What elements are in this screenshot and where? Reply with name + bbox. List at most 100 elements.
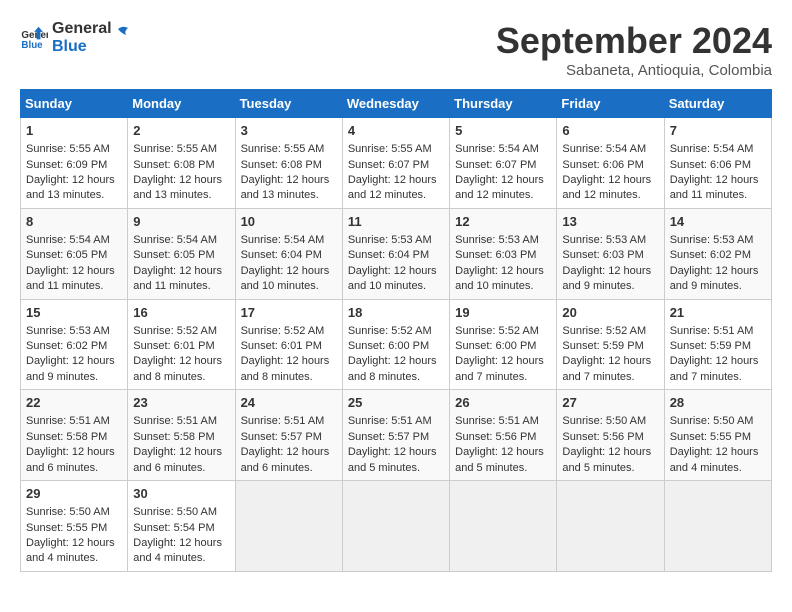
logo: General Blue General Blue	[20, 20, 130, 55]
sunrise-label: Sunrise: 5:53 AM	[26, 325, 110, 337]
day-number: 22	[26, 394, 122, 412]
day-number: 27	[562, 394, 658, 412]
sunrise-label: Sunrise: 5:51 AM	[241, 415, 325, 427]
calendar-cell: 26 Sunrise: 5:51 AM Sunset: 5:56 PM Dayl…	[450, 390, 557, 481]
sunset-label: Sunset: 6:01 PM	[241, 340, 322, 352]
daylight-label: Daylight: 12 hours and 8 minutes.	[133, 355, 222, 382]
day-number: 16	[133, 304, 229, 322]
col-header-saturday: Saturday	[664, 90, 771, 118]
sunset-label: Sunset: 6:06 PM	[562, 159, 643, 171]
daylight-label: Daylight: 12 hours and 6 minutes.	[26, 446, 115, 473]
sunrise-label: Sunrise: 5:52 AM	[562, 325, 646, 337]
day-number: 2	[133, 122, 229, 140]
calendar-cell: 25 Sunrise: 5:51 AM Sunset: 5:57 PM Dayl…	[342, 390, 449, 481]
calendar-cell: 27 Sunrise: 5:50 AM Sunset: 5:56 PM Dayl…	[557, 390, 664, 481]
sunset-label: Sunset: 6:03 PM	[562, 249, 643, 261]
daylight-label: Daylight: 12 hours and 11 minutes.	[133, 265, 222, 292]
sunrise-label: Sunrise: 5:54 AM	[241, 234, 325, 246]
day-number: 15	[26, 304, 122, 322]
daylight-label: Daylight: 12 hours and 4 minutes.	[26, 537, 115, 564]
calendar-cell: 4 Sunrise: 5:55 AM Sunset: 6:07 PM Dayli…	[342, 118, 449, 209]
daylight-label: Daylight: 12 hours and 9 minutes.	[26, 355, 115, 382]
day-number: 1	[26, 122, 122, 140]
sunset-label: Sunset: 5:55 PM	[26, 522, 107, 534]
sunset-label: Sunset: 6:06 PM	[670, 159, 751, 171]
sunrise-label: Sunrise: 5:50 AM	[26, 506, 110, 518]
sunrise-label: Sunrise: 5:51 AM	[670, 325, 754, 337]
sunrise-label: Sunrise: 5:50 AM	[133, 506, 217, 518]
sunset-label: Sunset: 6:03 PM	[455, 249, 536, 261]
sunset-label: Sunset: 5:59 PM	[670, 340, 751, 352]
calendar-cell	[664, 481, 771, 572]
daylight-label: Daylight: 12 hours and 12 minutes.	[455, 174, 544, 201]
sunset-label: Sunset: 5:59 PM	[562, 340, 643, 352]
logo-general: General	[52, 20, 112, 38]
daylight-label: Daylight: 12 hours and 11 minutes.	[670, 174, 759, 201]
calendar-cell: 11 Sunrise: 5:53 AM Sunset: 6:04 PM Dayl…	[342, 208, 449, 299]
calendar-cell: 17 Sunrise: 5:52 AM Sunset: 6:01 PM Dayl…	[235, 299, 342, 390]
sunrise-label: Sunrise: 5:54 AM	[455, 143, 539, 155]
daylight-label: Daylight: 12 hours and 12 minutes.	[562, 174, 651, 201]
sunrise-label: Sunrise: 5:54 AM	[670, 143, 754, 155]
calendar-cell	[235, 481, 342, 572]
calendar-cell: 16 Sunrise: 5:52 AM Sunset: 6:01 PM Dayl…	[128, 299, 235, 390]
calendar-cell: 6 Sunrise: 5:54 AM Sunset: 6:06 PM Dayli…	[557, 118, 664, 209]
logo-bird-icon	[108, 23, 130, 45]
col-header-monday: Monday	[128, 90, 235, 118]
sunset-label: Sunset: 6:04 PM	[241, 249, 322, 261]
month-title: September 2024	[496, 20, 772, 62]
sunrise-label: Sunrise: 5:52 AM	[133, 325, 217, 337]
sunset-label: Sunset: 6:01 PM	[133, 340, 214, 352]
calendar-cell: 29 Sunrise: 5:50 AM Sunset: 5:55 PM Dayl…	[21, 481, 128, 572]
calendar-cell: 20 Sunrise: 5:52 AM Sunset: 5:59 PM Dayl…	[557, 299, 664, 390]
daylight-label: Daylight: 12 hours and 9 minutes.	[562, 265, 651, 292]
calendar-cell: 15 Sunrise: 5:53 AM Sunset: 6:02 PM Dayl…	[21, 299, 128, 390]
calendar-cell	[450, 481, 557, 572]
sunrise-label: Sunrise: 5:54 AM	[562, 143, 646, 155]
day-number: 21	[670, 304, 766, 322]
sunrise-label: Sunrise: 5:53 AM	[455, 234, 539, 246]
daylight-label: Daylight: 12 hours and 4 minutes.	[133, 537, 222, 564]
calendar-cell: 22 Sunrise: 5:51 AM Sunset: 5:58 PM Dayl…	[21, 390, 128, 481]
day-number: 13	[562, 213, 658, 231]
sunrise-label: Sunrise: 5:50 AM	[670, 415, 754, 427]
calendar-cell: 21 Sunrise: 5:51 AM Sunset: 5:59 PM Dayl…	[664, 299, 771, 390]
daylight-label: Daylight: 12 hours and 13 minutes.	[133, 174, 222, 201]
daylight-label: Daylight: 12 hours and 9 minutes.	[670, 265, 759, 292]
calendar-cell: 23 Sunrise: 5:51 AM Sunset: 5:58 PM Dayl…	[128, 390, 235, 481]
day-number: 7	[670, 122, 766, 140]
calendar-table: SundayMondayTuesdayWednesdayThursdayFrid…	[20, 89, 772, 572]
day-number: 28	[670, 394, 766, 412]
sunset-label: Sunset: 5:54 PM	[133, 522, 214, 534]
calendar-cell: 3 Sunrise: 5:55 AM Sunset: 6:08 PM Dayli…	[235, 118, 342, 209]
day-number: 4	[348, 122, 444, 140]
sunset-label: Sunset: 6:09 PM	[26, 159, 107, 171]
day-number: 11	[348, 213, 444, 231]
col-header-thursday: Thursday	[450, 90, 557, 118]
day-number: 24	[241, 394, 337, 412]
sunset-label: Sunset: 6:08 PM	[133, 159, 214, 171]
calendar-cell: 28 Sunrise: 5:50 AM Sunset: 5:55 PM Dayl…	[664, 390, 771, 481]
sunset-label: Sunset: 6:04 PM	[348, 249, 429, 261]
day-number: 18	[348, 304, 444, 322]
calendar-cell: 7 Sunrise: 5:54 AM Sunset: 6:06 PM Dayli…	[664, 118, 771, 209]
calendar-cell: 9 Sunrise: 5:54 AM Sunset: 6:05 PM Dayli…	[128, 208, 235, 299]
sunrise-label: Sunrise: 5:51 AM	[455, 415, 539, 427]
daylight-label: Daylight: 12 hours and 8 minutes.	[241, 355, 330, 382]
daylight-label: Daylight: 12 hours and 11 minutes.	[26, 265, 115, 292]
sunset-label: Sunset: 5:55 PM	[670, 431, 751, 443]
week-row-4: 22 Sunrise: 5:51 AM Sunset: 5:58 PM Dayl…	[21, 390, 772, 481]
sunrise-label: Sunrise: 5:54 AM	[26, 234, 110, 246]
daylight-label: Daylight: 12 hours and 6 minutes.	[241, 446, 330, 473]
week-row-5: 29 Sunrise: 5:50 AM Sunset: 5:55 PM Dayl…	[21, 481, 772, 572]
daylight-label: Daylight: 12 hours and 7 minutes.	[455, 355, 544, 382]
day-number: 10	[241, 213, 337, 231]
sunset-label: Sunset: 6:08 PM	[241, 159, 322, 171]
day-number: 20	[562, 304, 658, 322]
day-number: 3	[241, 122, 337, 140]
daylight-label: Daylight: 12 hours and 10 minutes.	[348, 265, 437, 292]
calendar-cell: 30 Sunrise: 5:50 AM Sunset: 5:54 PM Dayl…	[128, 481, 235, 572]
location-subtitle: Sabaneta, Antioquia, Colombia	[496, 62, 772, 79]
daylight-label: Daylight: 12 hours and 13 minutes.	[26, 174, 115, 201]
sunset-label: Sunset: 6:02 PM	[26, 340, 107, 352]
